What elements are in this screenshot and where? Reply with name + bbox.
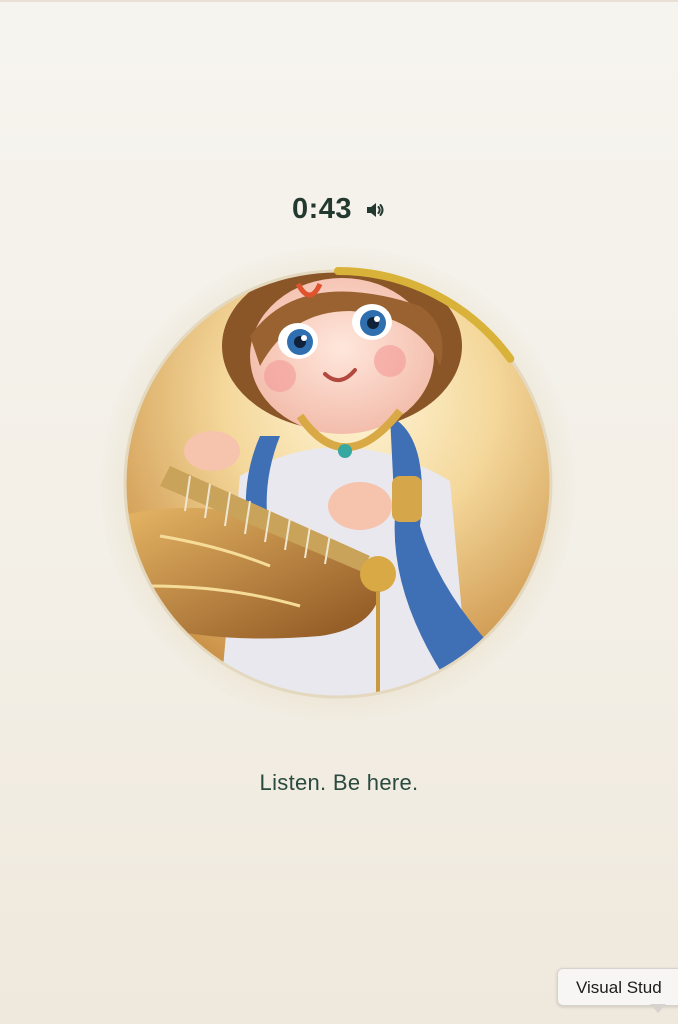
artwork-image <box>123 267 553 699</box>
timer-row: 0:43 <box>0 193 678 226</box>
meditation-artwork[interactable] <box>100 246 576 722</box>
timer-display: 0:43 <box>291 193 353 225</box>
caption-text: Listen. Be here. <box>259 770 419 795</box>
window-top-edge <box>0 0 678 2</box>
dock-tooltip: Visual Stud <box>557 968 678 1006</box>
speaker-icon[interactable] <box>364 199 386 221</box>
tooltip-pointer <box>650 1004 666 1013</box>
